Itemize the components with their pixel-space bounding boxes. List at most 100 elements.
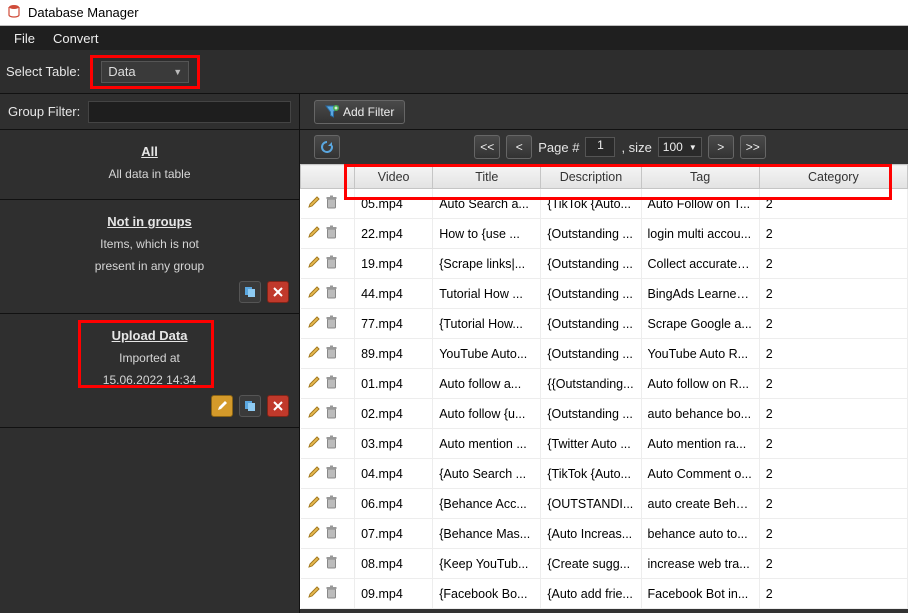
col-category[interactable]: Category [759, 165, 907, 189]
cell-description: {TikTok {Auto... [541, 459, 641, 489]
cell-category: 2 [759, 249, 907, 279]
table-combo[interactable]: Data ▼ [101, 61, 189, 83]
edit-icon[interactable] [307, 345, 321, 362]
paginator: << < Page # 1 , size 100▼ > >> [300, 130, 908, 164]
row-actions [301, 459, 355, 489]
edit-icon[interactable] [307, 375, 321, 392]
copy-button[interactable] [239, 395, 261, 417]
menu-file[interactable]: File [6, 28, 43, 49]
col-title[interactable]: Title [433, 165, 541, 189]
copy-button[interactable] [239, 281, 261, 303]
delete-icon[interactable] [325, 285, 338, 302]
col-video[interactable]: Video [355, 165, 433, 189]
col-description[interactable]: Description [541, 165, 641, 189]
delete-button[interactable] [267, 395, 289, 417]
table-row[interactable]: 09.mp4{Facebook Bo...{Auto add frie...Fa… [301, 579, 908, 609]
add-filter-button[interactable]: Add Filter [314, 100, 405, 124]
cell-tag: auto create Beha... [641, 489, 759, 519]
delete-icon[interactable] [325, 465, 338, 482]
group-desc: All data in table [0, 167, 299, 181]
row-actions [301, 399, 355, 429]
filter-toolbar: Add Filter [300, 94, 908, 130]
edit-icon[interactable] [307, 435, 321, 452]
table-row[interactable]: 07.mp4{Behance Mas...{Auto Increas...beh… [301, 519, 908, 549]
row-actions [301, 549, 355, 579]
edit-icon[interactable] [307, 405, 321, 422]
edit-icon[interactable] [307, 315, 321, 332]
delete-icon[interactable] [325, 255, 338, 272]
delete-icon[interactable] [325, 315, 338, 332]
table-row[interactable]: 05.mp4Auto Search a...{TikTok {Auto...Au… [301, 189, 908, 219]
edit-icon[interactable] [307, 465, 321, 482]
cell-category: 2 [759, 189, 907, 219]
edit-icon[interactable] [307, 585, 321, 602]
edit-icon[interactable] [307, 495, 321, 512]
edit-icon[interactable] [307, 525, 321, 542]
edit-button[interactable] [211, 395, 233, 417]
cell-tag: Auto mention ra... [641, 429, 759, 459]
cell-title: Auto Search a... [433, 189, 541, 219]
table-row[interactable]: 89.mp4YouTube Auto...{Outstanding ...You… [301, 339, 908, 369]
delete-icon[interactable] [325, 555, 338, 572]
cell-description: {OUTSTANDI... [541, 489, 641, 519]
group-filter-input[interactable] [88, 101, 291, 123]
cell-video: 22.mp4 [355, 219, 433, 249]
cell-category: 2 [759, 459, 907, 489]
table-row[interactable]: 01.mp4Auto follow a...{{Outstanding...Au… [301, 369, 908, 399]
delete-icon[interactable] [325, 435, 338, 452]
page-last-button[interactable]: >> [740, 135, 766, 159]
edit-icon[interactable] [307, 255, 321, 272]
cell-tag: Auto Comment o... [641, 459, 759, 489]
page-size-combo[interactable]: 100▼ [658, 137, 702, 157]
page-first-button[interactable]: << [474, 135, 500, 159]
row-actions [301, 189, 355, 219]
add-filter-label: Add Filter [343, 105, 394, 119]
table-row[interactable]: 77.mp4{Tutorial How...{Outstanding ...Sc… [301, 309, 908, 339]
edit-icon[interactable] [307, 555, 321, 572]
cell-category: 2 [759, 279, 907, 309]
delete-icon[interactable] [325, 525, 338, 542]
delete-icon[interactable] [325, 375, 338, 392]
row-actions [301, 249, 355, 279]
table-row[interactable]: 04.mp4{Auto Search ...{TikTok {Auto...Au… [301, 459, 908, 489]
col-tag[interactable]: Tag [641, 165, 759, 189]
delete-icon[interactable] [325, 405, 338, 422]
cell-category: 2 [759, 309, 907, 339]
delete-icon[interactable] [325, 495, 338, 512]
cell-video: 44.mp4 [355, 279, 433, 309]
menu-convert[interactable]: Convert [45, 28, 107, 49]
table-row[interactable]: 08.mp4{Keep YouTub...{Create sugg...incr… [301, 549, 908, 579]
row-actions [301, 369, 355, 399]
page-next-button[interactable]: > [708, 135, 734, 159]
edit-icon[interactable] [307, 285, 321, 302]
cell-video: 01.mp4 [355, 369, 433, 399]
delete-icon[interactable] [325, 195, 338, 212]
cell-description: {Auto add frie... [541, 579, 641, 609]
group-desc-line2: present in any group [0, 259, 299, 273]
table-row[interactable]: 03.mp4Auto mention ...{Twitter Auto ...A… [301, 429, 908, 459]
size-label: , size [621, 140, 651, 155]
delete-icon[interactable] [325, 345, 338, 362]
cell-video: 77.mp4 [355, 309, 433, 339]
group-all[interactable]: All All data in table [0, 130, 299, 200]
group-not-in-groups[interactable]: Not in groups Items, which is not presen… [0, 200, 299, 314]
delete-icon[interactable] [325, 225, 338, 242]
edit-icon[interactable] [307, 225, 321, 242]
edit-icon[interactable] [307, 195, 321, 212]
cell-title: {Behance Mas... [433, 519, 541, 549]
delete-button[interactable] [267, 281, 289, 303]
cell-video: 08.mp4 [355, 549, 433, 579]
table-row[interactable]: 22.mp4How to {use ...{Outstanding ...log… [301, 219, 908, 249]
cell-video: 04.mp4 [355, 459, 433, 489]
cell-tag: Facebook Bot in... [641, 579, 759, 609]
table-row[interactable]: 44.mp4Tutorial How ...{Outstanding ...Bi… [301, 279, 908, 309]
page-prev-button[interactable]: < [506, 135, 532, 159]
delete-icon[interactable] [325, 585, 338, 602]
page-number-input[interactable]: 1 [585, 137, 615, 157]
table-header: Video Title Description Tag Category [301, 165, 908, 189]
refresh-button[interactable] [314, 135, 340, 159]
table-row[interactable]: 19.mp4{Scrape links|...{Outstanding ...C… [301, 249, 908, 279]
group-upload-data[interactable]: Upload Data Imported at 15.06.2022 14:34 [0, 314, 299, 428]
table-row[interactable]: 06.mp4{Behance Acc...{OUTSTANDI...auto c… [301, 489, 908, 519]
table-row[interactable]: 02.mp4Auto follow {u...{Outstanding ...a… [301, 399, 908, 429]
